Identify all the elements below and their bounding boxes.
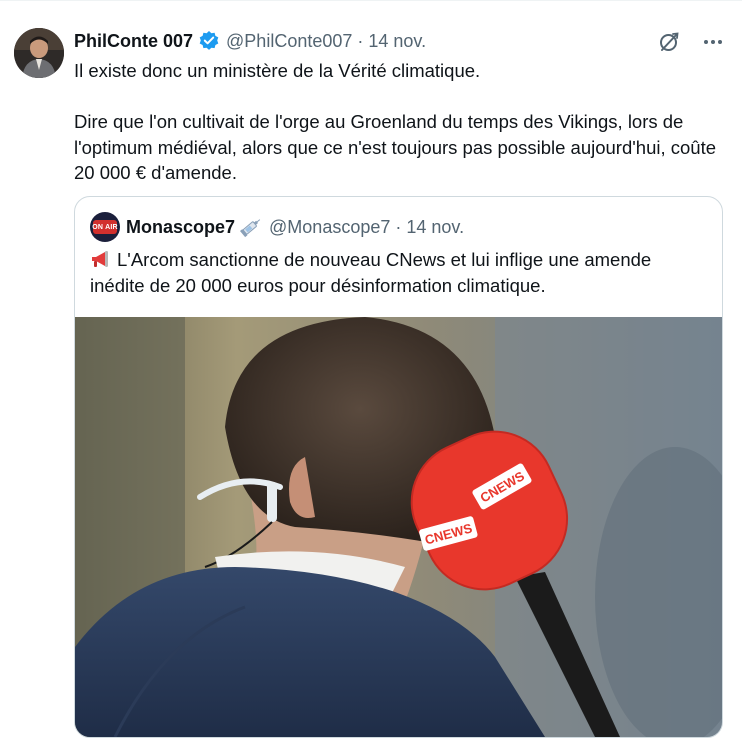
quoted-text-block: L'Arcom sanctionne de nouveau CNews et l… bbox=[90, 247, 710, 298]
quoted-author-handle[interactable]: @Monascope7 bbox=[269, 217, 390, 238]
verified-badge-icon[interactable] bbox=[198, 30, 220, 52]
on-air-logo: ON AIR bbox=[92, 220, 118, 234]
quoted-author-name[interactable]: Monascope7 bbox=[126, 217, 235, 238]
more-icon[interactable] bbox=[698, 27, 728, 57]
quoted-media-image[interactable]: CNEWS CNEWS bbox=[75, 317, 722, 737]
author-avatar[interactable] bbox=[14, 28, 64, 78]
grok-icon[interactable] bbox=[654, 27, 684, 57]
megaphone-icon bbox=[90, 249, 114, 269]
quoted-author-avatar[interactable]: ON AIR bbox=[90, 212, 120, 242]
author-handle[interactable]: @PhilConte007 bbox=[226, 31, 352, 52]
tweet-header: PhilConte 007 @PhilConte007 · 14 nov. bbox=[74, 29, 426, 53]
tweet-text: Il existe donc un ministère de la Vérité… bbox=[74, 60, 717, 183]
author-name[interactable]: PhilConte 007 bbox=[74, 31, 193, 52]
divider bbox=[0, 0, 742, 1]
quoted-tweet[interactable]: ON AIR Monascope7 @Monascope7 · 14 nov. bbox=[74, 196, 723, 738]
separator-dot: · bbox=[357, 30, 364, 51]
quoted-separator-dot: · bbox=[395, 216, 402, 237]
tweet-date[interactable]: 14 nov. bbox=[368, 31, 426, 52]
tweet-actions bbox=[654, 27, 728, 57]
tweet[interactable]: PhilConte 007 @PhilConte007 · 14 nov. Il… bbox=[0, 0, 742, 738]
syringe-icon bbox=[239, 216, 263, 238]
quoted-date[interactable]: 14 nov. bbox=[406, 217, 464, 238]
quoted-header: ON AIR Monascope7 @Monascope7 · 14 nov. bbox=[90, 212, 464, 242]
quoted-text: L'Arcom sanctionne de nouveau CNews et l… bbox=[90, 249, 652, 296]
